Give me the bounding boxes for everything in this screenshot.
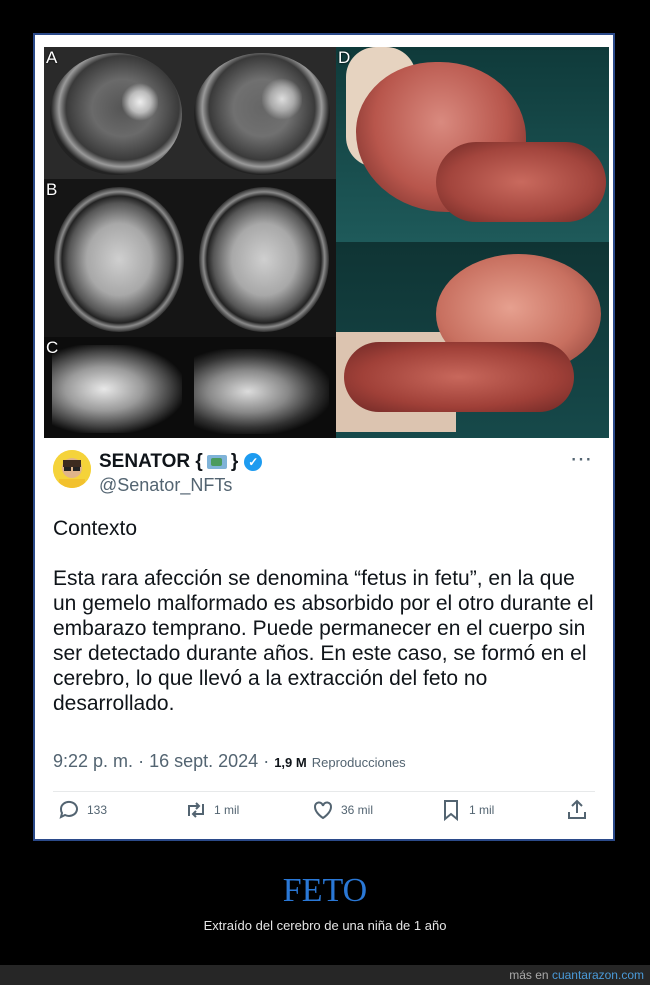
verified-icon: ✓ [244,453,263,471]
reply-button[interactable]: 133 [57,798,107,822]
footer-site-link[interactable]: cuantarazon.com [552,968,644,982]
share-button[interactable] [565,798,589,822]
caption-title: FETO [282,872,368,909]
panel-d-specimen-photo-bottom [336,242,609,438]
tweet-text: Contexto Esta rara afección se denomina … [53,516,603,741]
tweet-paragraph-heading: Contexto [53,517,138,540]
panel-label-d: D [338,48,351,67]
panel-d-specimen-photo-top: D [336,47,609,242]
medical-image-collage: A B C D [44,47,609,438]
reply-count: 133 [87,803,108,817]
display-name[interactable]: SENATOR { } ✓ [99,451,263,473]
divider [53,791,595,792]
bookmark-count: 1 mil [469,803,495,817]
panel-c-3d-renders: C [44,337,336,438]
caption-subtitle: Extraído del cerebro de una niña de 1 añ… [203,918,447,933]
tweet-actions: 133 1 mil 36 mil 1 mil [57,798,597,838]
like-icon [314,801,332,820]
footer-bar: más en cuantarazon.com [0,965,650,985]
panel-a-ct-scans: A [44,47,336,179]
more-options-icon[interactable]: ⋯ [570,446,593,472]
panel-label-b: B [46,180,58,199]
share-icon [568,799,586,819]
footer-prefix: más en [509,968,549,982]
footer-text: más en cuantarazon.com [509,968,644,982]
retweet-count: 1 mil [214,803,240,817]
views-count: 1,9 M [274,755,307,770]
tweet-time[interactable]: 9:22 p. m. [53,751,133,771]
tweet-date[interactable]: 16 sept. 2024 [149,751,258,771]
like-button[interactable]: 36 mil [311,798,373,822]
meta-separator: · [138,751,145,771]
meta-separator-2: · [263,751,270,771]
panel-label-c: C [46,338,59,357]
retweet-icon [188,802,204,818]
reply-icon [59,800,78,819]
tweet-meta: 9:22 p. m. · 16 sept. 2024 · 1,9 M Repro… [53,751,406,772]
display-name-text: SENATOR { [99,451,203,472]
bookmark-icon [444,800,458,822]
retweet-button[interactable]: 1 mil [184,798,239,822]
panel-label-a: A [46,48,58,67]
map-emoji-icon [206,455,227,469]
views-label: Reproducciones [311,755,406,770]
avatar[interactable] [53,450,91,488]
bookmark-button[interactable]: 1 mil [439,798,494,822]
meme-frame: A B C D SENATOR {} ✓ @Senator_NFTs ⋯ Co… [33,33,615,841]
like-count: 36 mil [341,803,374,817]
panel-b-mri-scans: B [44,179,336,337]
tweet-paragraph-body: Esta rara afección se denomina “fetus in… [53,567,594,715]
display-name-end: } [230,451,239,472]
user-handle[interactable]: @Senator_NFTs [99,475,232,496]
